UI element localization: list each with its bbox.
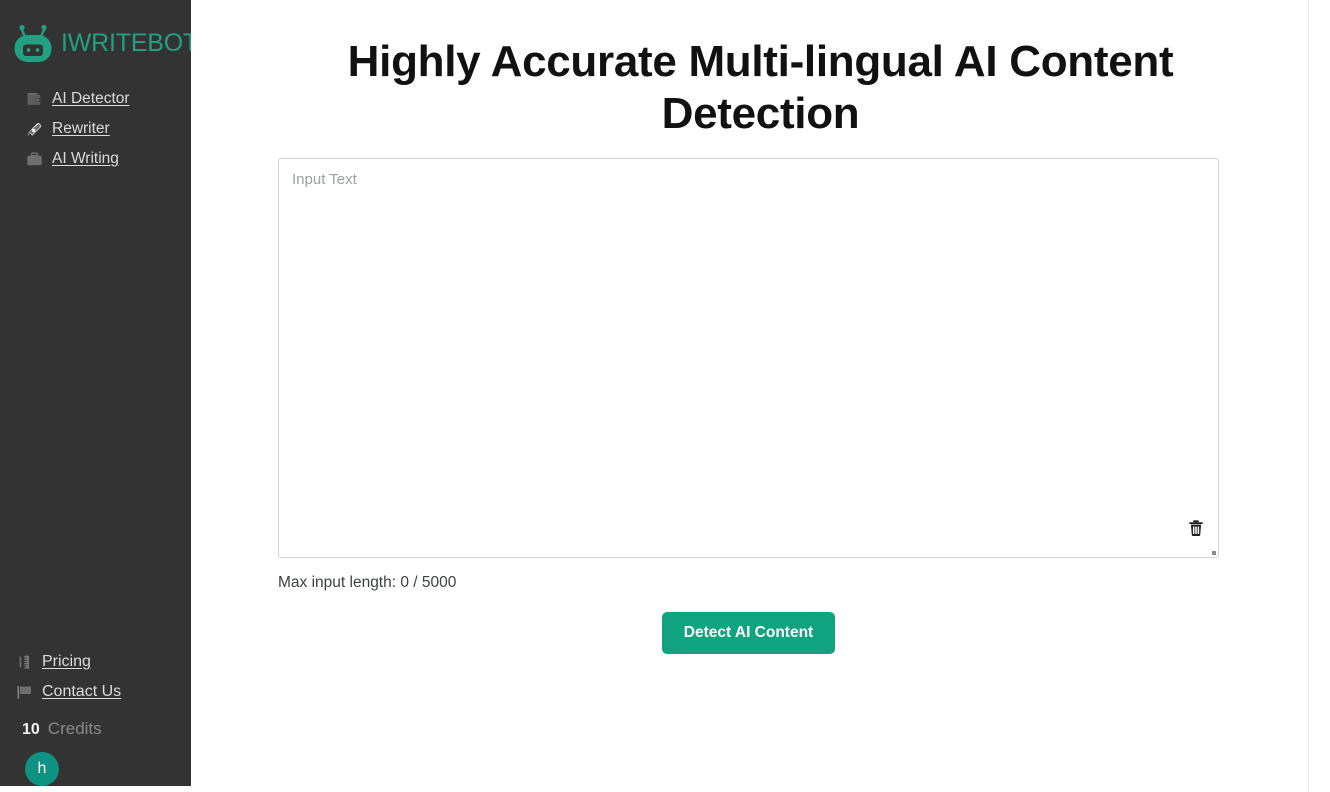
sidebar-nav-secondary: Pricing Contact Us 10 Credits h (0, 647, 191, 786)
sidebar-item-label: Contact Us (42, 683, 122, 700)
brand-name: IWRITEBOT (61, 28, 191, 57)
clear-text-button[interactable] (1186, 518, 1206, 540)
action-row: Detect AI Content (278, 612, 1219, 654)
main-content: Highly Accurate Multi-lingual AI Content… (191, 0, 1330, 792)
page-right-edge (1308, 0, 1309, 792)
brand-logo[interactable]: IWRITEBOT (0, 0, 191, 64)
pen-nib-icon (26, 121, 43, 138)
detect-ai-content-button[interactable]: Detect AI Content (661, 612, 836, 654)
sidebar-item-label: Pricing (42, 653, 91, 670)
credits-label: Credits (47, 719, 102, 738)
editor-panel: Input Text Max input length: 0 / 5000 De… (278, 158, 1219, 654)
textarea-resize-handle[interactable] (1212, 551, 1216, 555)
sidebar-item-rewriter[interactable]: Rewriter (0, 114, 191, 144)
page-title: Highly Accurate Multi-lingual AI Content… (347, 37, 1174, 139)
pen-ruler-icon (16, 654, 33, 671)
credits-count: 10 (22, 721, 40, 738)
avatar[interactable]: h (25, 752, 59, 786)
sidebar-item-contact-us[interactable]: Contact Us (0, 677, 191, 707)
sidebar-item-ai-writing[interactable]: AI Writing (0, 144, 191, 174)
app-root: IWRITEBOT AI Detector Rewriter AI Writin… (0, 0, 1330, 792)
avatar-container: h (0, 749, 191, 786)
robot-head-icon (12, 22, 54, 64)
sidebar-item-ai-detector[interactable]: AI Detector (0, 84, 191, 114)
briefcase-icon (26, 151, 43, 168)
flag-icon (16, 684, 33, 701)
sidebar-item-label: AI Writing (52, 150, 119, 167)
sidebar-nav-primary: AI Detector Rewriter AI Writing (0, 84, 191, 174)
input-textarea[interactable]: Input Text (278, 158, 1219, 558)
sidebar-item-label: Rewriter (52, 120, 110, 137)
sidebar: IWRITEBOT AI Detector Rewriter AI Writin… (0, 0, 191, 786)
max-length-text: Max input length: 0 / 5000 (278, 574, 457, 591)
credits-display: 10 Credits (0, 707, 191, 749)
sidebar-item-label: AI Detector (52, 90, 130, 107)
trash-icon (1187, 518, 1205, 541)
wallet-icon (26, 91, 43, 108)
input-placeholder: Input Text (292, 171, 357, 188)
sidebar-item-pricing[interactable]: Pricing (0, 647, 191, 677)
